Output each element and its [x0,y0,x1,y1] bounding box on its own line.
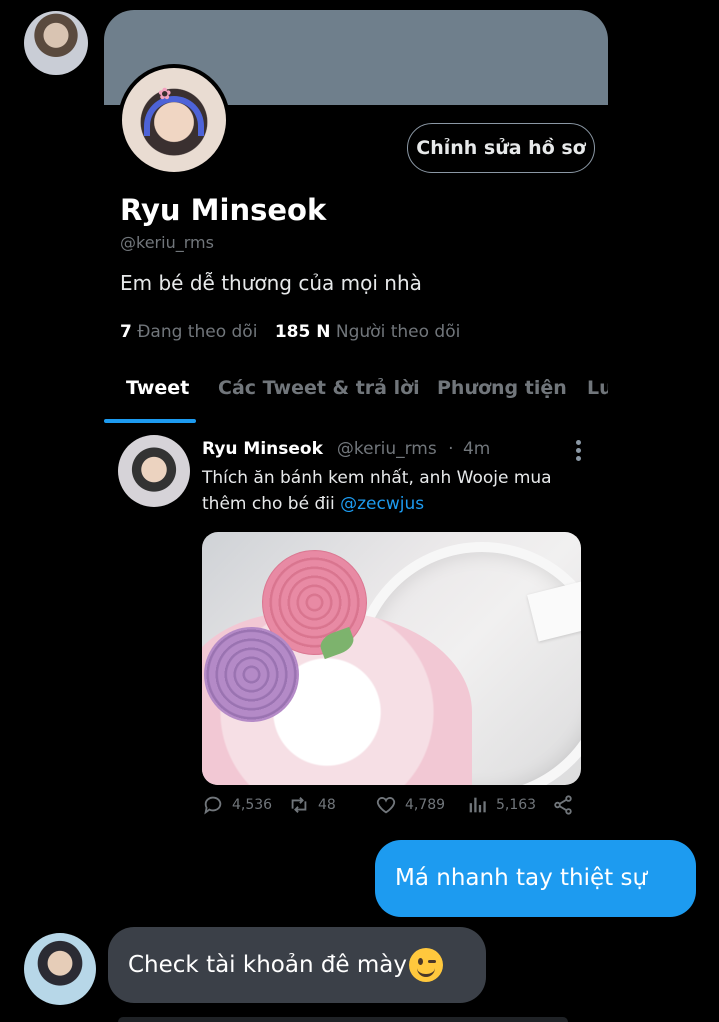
tweet-text: Thích ăn bánh kem nhất, anh Wooje mua th… [202,465,582,517]
retweet-action[interactable]: 48 [288,794,336,816]
views-count: 5,163 [496,797,537,813]
winking-face-emoji [409,948,443,982]
tab-media[interactable]: Phương tiện [437,377,567,399]
tweet-header: Ryu Minseok @keriu_rms · 4m [202,439,490,459]
followers-count: 185 N [274,322,331,342]
following-count: 7 [120,322,132,342]
tweet-actions: 4,536 48 4,789 5,163 [202,794,582,820]
following-label: Đang theo dõi [137,322,258,342]
sender-avatar-bottom[interactable] [24,933,96,1005]
like-action[interactable]: 4,789 [375,794,445,816]
edit-profile-button[interactable]: Chỉnh sửa hồ sơ [407,123,595,173]
profile-tabs: Tweet Các Tweet & trả lời Phương tiện Lu [104,365,608,425]
tab-tweets[interactable]: Tweet [126,377,189,399]
next-message-edge [118,1017,568,1022]
active-tab-indicator [104,419,196,423]
retweet-count: 48 [318,797,336,813]
tweet-media-image[interactable] [202,532,581,785]
tweet-separator: · [448,439,454,459]
profile-handle: @keriu_rms [120,233,214,252]
outgoing-message-bubble[interactable]: Má nhanh tay thiệt sự [375,840,696,917]
incoming-message-bubble[interactable]: Check tài khoản đê mày [108,927,486,1003]
bow-decoration: ✿ [158,84,172,103]
retweet-icon [291,797,307,813]
follow-stats: 7 Đang theo dõi 185 N Người theo dõi [120,322,460,342]
followers-label: Người theo dõi [335,322,461,342]
purple-cookie-shape [204,627,299,722]
tab-tweets-replies[interactable]: Các Tweet & trả lời [218,377,420,399]
tab-likes[interactable]: Lu [587,377,608,399]
heart-icon [376,797,396,814]
share-icon [554,795,572,815]
following-link[interactable]: 7 Đang theo dõi [120,322,257,342]
reply-action[interactable]: 4,536 [202,794,272,816]
views-action[interactable]: 5,163 [466,794,536,816]
tweet-author-name[interactable]: Ryu Minseok [202,439,323,459]
like-count: 4,789 [405,797,446,813]
share-action[interactable] [552,794,582,816]
profile-bio: Em bé dễ thương của mọi nhà [120,271,422,295]
tweet-author-avatar[interactable] [118,435,190,507]
followers-link[interactable]: 185 N Người theo dõi [275,322,460,342]
reply-count: 4,536 [232,797,273,813]
incoming-message-text: Check tài khoản đê mày [128,951,407,978]
more-vertical-icon[interactable] [574,440,584,464]
reply-icon [204,796,222,815]
sender-avatar-top[interactable] [24,11,88,75]
headset-decoration [144,96,204,136]
tweet-time: 4m [462,439,491,459]
outgoing-message-text: Má nhanh tay thiệt sự [395,865,648,891]
profile-avatar[interactable]: ✿ [118,64,230,176]
views-icon [469,797,486,813]
profile-name: Ryu Minseok [120,193,327,227]
profile-card: ✿ Chỉnh sửa hồ sơ Ryu Minseok @keriu_rms… [104,10,608,860]
tweet-mention[interactable]: @zecwjus [340,494,424,514]
tweet-author-handle: @keriu_rms [336,439,437,459]
